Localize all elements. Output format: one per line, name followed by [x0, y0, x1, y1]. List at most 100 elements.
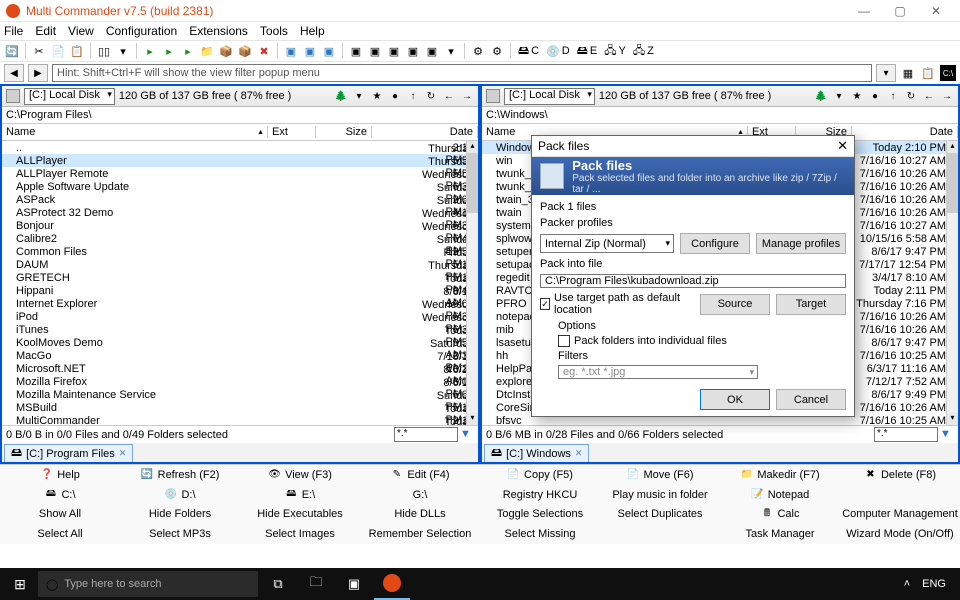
copy-file-icon[interactable]: ▸ — [161, 43, 177, 59]
up-icon[interactable]: ↑ — [406, 89, 420, 103]
list-item[interactable]: MultiCommanderToday 2:16 PM — [2, 414, 478, 425]
left-drive-select[interactable]: [C:] Local Disk — [24, 88, 115, 105]
menu-file[interactable]: File — [4, 24, 23, 38]
command-button[interactable]: 👁View (F3) — [240, 465, 360, 485]
funnel-icon[interactable]: ▼ — [940, 428, 954, 442]
command-button[interactable]: 🖴C:\ — [0, 485, 120, 505]
packer-profile-select[interactable]: Internal Zip (Normal) — [540, 234, 674, 253]
ok-button[interactable]: OK — [700, 389, 770, 410]
individual-files-checkbox[interactable]: Pack folders into individual files — [558, 335, 846, 347]
list-item[interactable]: ..Today 2:16 PM — [2, 141, 478, 154]
command-button[interactable]: 📝Notepad — [720, 485, 840, 505]
extra1-icon[interactable]: ▣ — [348, 43, 364, 59]
nav-forward-button[interactable]: ▶ — [28, 64, 48, 82]
menu-view[interactable]: View — [68, 24, 94, 38]
command-button[interactable]: Show All — [0, 505, 120, 525]
paste-icon[interactable]: 📋 — [69, 43, 85, 59]
list-item[interactable]: Internet Explorer8/6/17 10:09 PM — [2, 297, 478, 310]
file-icon[interactable]: ▸ — [180, 43, 196, 59]
extra2-icon[interactable]: ▣ — [367, 43, 383, 59]
command-button[interactable]: Toggle Selections — [480, 505, 600, 525]
command-button[interactable]: Select Images — [240, 524, 360, 544]
minimize-button[interactable]: — — [846, 4, 882, 18]
right-drive-select[interactable]: [C:] Local Disk — [504, 88, 595, 105]
tool-icon[interactable]: ⚙ — [489, 43, 505, 59]
maximize-button[interactable]: ▢ — [882, 4, 918, 18]
drive-c[interactable]: 🖴C — [516, 42, 541, 61]
tab-close-icon[interactable]: ✕ — [575, 448, 583, 459]
nav-back-button[interactable]: ◀ — [4, 64, 24, 82]
menu-tools[interactable]: Tools — [260, 24, 288, 38]
list-item[interactable]: DAUMFriday 5:13 PM — [2, 258, 478, 271]
right-path-bar[interactable]: C:\Windows\ — [482, 107, 958, 124]
list-item[interactable]: iPodWednesday 6:33 PM — [2, 310, 478, 323]
nav-grid-icon[interactable]: ▦ — [900, 65, 916, 81]
history-icon[interactable]: ▾ — [832, 89, 846, 103]
command-button[interactable]: Select All — [0, 524, 120, 544]
list-item[interactable]: Mozilla Maintenance Service8/6/17 6:07 P… — [2, 388, 478, 401]
drive-d[interactable]: 💿D — [544, 45, 572, 58]
command-button[interactable]: ✎Edit (F4) — [360, 465, 480, 485]
taskbar-app-folder[interactable]: 🗀 — [298, 568, 334, 600]
command-button[interactable]: Select MP3s — [120, 524, 240, 544]
action2-icon[interactable]: ▣ — [302, 43, 318, 59]
new-file-icon[interactable]: ▸ — [142, 43, 158, 59]
left-file-list[interactable]: ..Today 2:16 PMALLPlayerThursday 5:59 PM… — [2, 141, 478, 425]
command-button[interactable]: 📄Copy (F5) — [480, 465, 600, 485]
left-tab[interactable]: 🖴 [C:] Program Files ✕ — [4, 444, 133, 462]
command-button[interactable]: 🖴E:\ — [240, 485, 360, 505]
back-icon[interactable]: ← — [922, 89, 936, 103]
command-button[interactable]: Remember Selection — [360, 524, 480, 544]
action-icon[interactable]: ▣ — [283, 43, 299, 59]
tray-lang[interactable]: ENG — [922, 578, 946, 590]
action3-icon[interactable]: ▣ — [321, 43, 337, 59]
command-button[interactable]: 📄Move (F6) — [600, 465, 720, 485]
taskbar-app-stack[interactable]: ▣ — [336, 568, 372, 600]
refresh-icon[interactable]: ↻ — [424, 89, 438, 103]
command-button[interactable]: Select Duplicates — [600, 505, 720, 525]
layout-icon[interactable]: ▯▯ — [96, 43, 112, 59]
list-item[interactable]: Common FilesSunday 12:53 PM — [2, 245, 478, 258]
command-button[interactable]: ❓Help — [0, 465, 120, 485]
source-button[interactable]: Source — [700, 294, 770, 315]
pack-into-input[interactable]: C:\Program Files\kubadownload.zip — [540, 274, 846, 288]
command-button[interactable]: 💿D:\ — [120, 485, 240, 505]
list-item[interactable]: MacGoSaturday 2:37 PM — [2, 349, 478, 362]
folder-icon[interactable]: 📁 — [199, 43, 215, 59]
pack-icon[interactable]: 📦 — [218, 43, 234, 59]
command-button[interactable]: 📁Makedir (F7) — [720, 465, 840, 485]
fwd-icon[interactable]: → — [460, 89, 474, 103]
nav-dos-icon[interactable]: C:\ — [940, 65, 956, 81]
star-icon[interactable]: ★ — [370, 89, 384, 103]
col-name[interactable]: Name — [2, 126, 268, 138]
history-icon[interactable]: ▾ — [352, 89, 366, 103]
list-item[interactable]: KoolMoves DemoToday 9:57 AM — [2, 336, 478, 349]
list-item[interactable]: Microsoft.NET7/16/16 10:29 AM — [2, 362, 478, 375]
col-date[interactable]: Date — [372, 126, 478, 138]
list-item[interactable]: ALLPlayer RemoteThursday 5:59 PM — [2, 167, 478, 180]
command-button[interactable]: G:\ — [360, 485, 480, 505]
drive-z[interactable]: 🖧Z — [631, 42, 656, 61]
back-icon[interactable]: ← — [442, 89, 456, 103]
left-path-bar[interactable]: C:\Program Files\ — [2, 107, 478, 124]
extra6-icon[interactable]: ▾ — [443, 43, 459, 59]
refresh-icon[interactable]: ↻ — [904, 89, 918, 103]
filters-input[interactable]: eg. *.txt *.jpg — [558, 365, 758, 379]
command-button[interactable]: Computer Management — [840, 505, 960, 525]
layout-dropdown-icon[interactable]: ▾ — [115, 43, 131, 59]
funnel-icon[interactable]: ▼ — [460, 428, 474, 442]
command-button[interactable]: ✖Delete (F8) — [840, 465, 960, 485]
list-item[interactable]: ASPackSunday 2:06 PM — [2, 193, 478, 206]
nav-clipboard-icon[interactable]: 📋 — [920, 65, 936, 81]
delete-icon[interactable]: ✖ — [256, 43, 272, 59]
unpack-icon[interactable]: 📦 — [237, 43, 253, 59]
list-item[interactable]: BonjourWednesday 6:31 PM — [2, 219, 478, 232]
tree-icon[interactable]: 🌲 — [334, 89, 348, 103]
configure-button[interactable]: Configure — [680, 233, 750, 254]
extra4-icon[interactable]: ▣ — [405, 43, 421, 59]
left-filter-input[interactable]: *.* — [394, 427, 458, 442]
list-item[interactable]: Apple Software UpdateWednesday 6:31 PM — [2, 180, 478, 193]
up-icon[interactable]: ↑ — [886, 89, 900, 103]
list-item[interactable]: iTunesWednesday 6:32 PM — [2, 323, 478, 336]
target-button[interactable]: Target — [776, 294, 846, 315]
